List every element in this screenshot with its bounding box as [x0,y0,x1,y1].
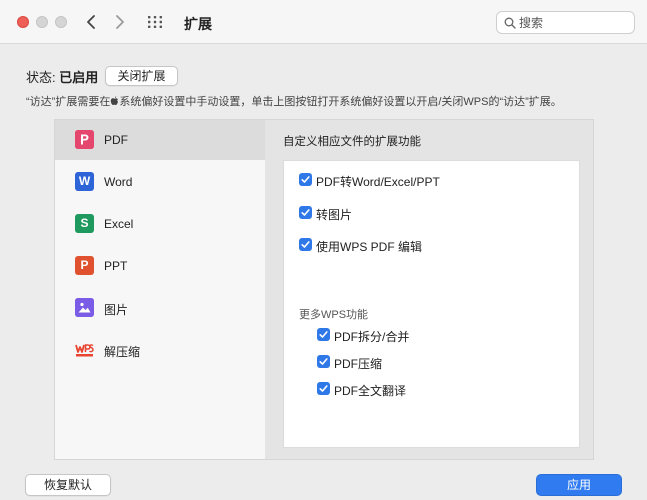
grid-icon [148,16,162,28]
show-all-button[interactable] [147,14,163,30]
checkmark-icon [319,358,328,365]
option-label: 使用WPS PDF 编辑 [316,240,423,254]
sidebar-item-ppt[interactable]: P PPT [55,246,265,286]
sidebar-item-label: PPT [104,259,128,273]
checkmark-icon [319,331,328,338]
word-icon: W [75,172,94,191]
options-title: 自定义相应文件的扩展功能 [283,136,421,148]
checkbox[interactable] [317,355,330,368]
restore-defaults-button[interactable]: 恢复默认 [25,474,111,496]
sidebar-item-word[interactable]: W Word [55,162,265,202]
search-box[interactable] [496,11,635,34]
option-label: PDF压缩 [334,357,383,371]
sidebar-item-image[interactable]: 图片 [55,288,265,328]
wps-zip-icon [75,340,94,359]
options-area: 自定义相应文件的扩展功能 PDF转Word/Excel/PPT 转图片 使用WP… [269,120,593,459]
disable-extension-button[interactable]: 关闭扩展 [105,66,178,86]
extension-panel: PDF W Word S Excel P PPT 图片 解压缩 自定义相应文件的 [54,119,594,460]
file-type-sidebar: PDF W Word S Excel P PPT 图片 解压缩 [55,120,265,459]
sidebar-item-label: PDF [104,133,128,147]
image-icon [75,298,94,317]
checkmark-icon [301,241,310,248]
search-input[interactable] [519,15,629,31]
sidebar-item-pdf[interactable]: PDF [55,120,265,160]
excel-icon: S [75,214,94,233]
window-close-button[interactable] [17,16,29,28]
option-label: PDF转Word/Excel/PPT [316,175,440,189]
window-title: 扩展 [184,16,212,32]
hint-text: “访达”扩展需要在 系统偏好设置中手动设置，单击上图按钮打开系统偏好设置以开启/关… [26,93,562,109]
window-minimize-button[interactable] [36,16,48,28]
chevron-right-icon [116,15,124,29]
sidebar-item-label: 图片 [104,303,129,317]
sidebar-item-label: Excel [104,217,134,231]
sidebar-item-excel[interactable]: S Excel [55,204,265,244]
checkmark-icon [301,209,310,216]
checkbox[interactable] [317,382,330,395]
status-value: 已启用 [59,70,99,85]
option-label: PDF全文翻译 [334,384,407,398]
checkmark-icon [301,176,310,183]
checkbox[interactable] [299,206,312,219]
more-features-label: 更多WPS功能 [299,309,369,321]
status-prefix: 状态: [26,70,60,85]
pdf-icon [75,130,94,149]
checkbox[interactable] [299,238,312,251]
chevron-left-icon [87,15,95,29]
status-label: 状态: 已启用 [26,67,98,86]
hint-text-after: 系统偏好设置中手动设置，单击上图按钮打开系统偏好设置以开启/关闭WPS的“访达”… [119,96,562,108]
window-zoom-button[interactable] [55,16,67,28]
option-label: PDF拆分/合并 [334,330,410,344]
title-bar: 扩展 [0,0,647,44]
checkbox[interactable] [317,328,330,341]
sidebar-item-label: Word [104,175,133,189]
sidebar-item-unzip[interactable]: 解压缩 [55,330,265,370]
ppt-icon: P [75,256,94,275]
back-button[interactable] [82,11,102,33]
apply-button[interactable]: 应用 [536,474,622,496]
option-label: 转图片 [316,208,353,222]
options-list: PDF转Word/Excel/PPT 转图片 使用WPS PDF 编辑 更多WP… [283,160,580,448]
apple-icon [111,96,119,105]
hint-text-before: “访达”扩展需要在 [26,96,111,108]
checkbox[interactable] [299,173,312,186]
forward-button[interactable] [110,11,130,33]
checkmark-icon [319,385,328,392]
search-icon [504,17,516,29]
sidebar-item-label: 解压缩 [104,345,141,359]
